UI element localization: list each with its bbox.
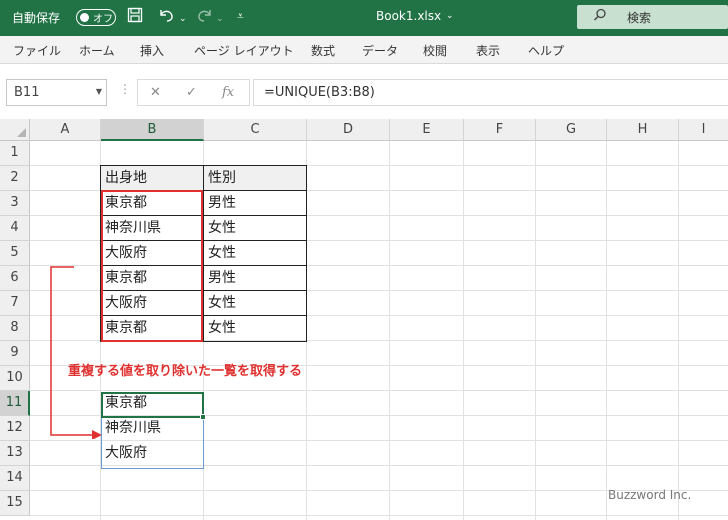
row-header-10[interactable]: 10 xyxy=(0,366,30,391)
cancel-icon[interactable]: ✕ xyxy=(150,85,161,100)
worksheet-grid[interactable]: A B C D E F G H I 1 2 3 4 5 6 7 8 9 10 1… xyxy=(0,119,728,520)
row-header-6[interactable]: 6 xyxy=(0,266,30,291)
row-header-12[interactable]: 12 xyxy=(0,416,30,441)
formula-buttons: ✕ ✓ fx xyxy=(137,79,250,106)
save-icon[interactable] xyxy=(127,7,143,27)
gridline xyxy=(389,141,390,520)
tab-file[interactable]: ファイル xyxy=(13,42,61,59)
column-header-b[interactable]: B xyxy=(101,119,204,141)
file-dropdown-icon[interactable]: ⌄ xyxy=(446,11,454,21)
autosave-label: 自動保存 xyxy=(12,11,61,25)
spill-cell[interactable]: 神奈川県 xyxy=(101,416,203,441)
title-bar: 自動保存 オフ ⌄ ⌄ ⩡ Book1.xlsx ⌄ 検索 xyxy=(0,0,728,36)
gridline xyxy=(306,141,307,520)
row-header-2[interactable]: 2 xyxy=(0,166,30,191)
tab-formulas[interactable]: 数式 xyxy=(311,42,335,59)
tab-page-layout[interactable]: ページ レイアウト xyxy=(194,42,294,59)
tab-help[interactable]: ヘルプ xyxy=(528,42,564,59)
row-header-5[interactable]: 5 xyxy=(0,241,30,266)
tab-view[interactable]: 表示 xyxy=(476,42,500,59)
insert-function-icon[interactable]: fx xyxy=(222,85,234,100)
row-header-3[interactable]: 3 xyxy=(0,191,30,216)
tab-review[interactable]: 校閲 xyxy=(423,42,447,59)
name-box[interactable]: B11 ▼ xyxy=(6,79,107,106)
select-all-corner[interactable] xyxy=(0,119,30,141)
gridline xyxy=(30,515,728,516)
fill-handle[interactable] xyxy=(200,414,206,420)
formula-bar: B11 ▼ ⋮ ✕ ✓ fx =UNIQUE(B3:B8) xyxy=(0,64,728,119)
source-range-highlight xyxy=(101,190,203,342)
tab-home[interactable]: ホーム xyxy=(79,42,115,59)
name-box-value: B11 xyxy=(14,85,40,100)
table-header-gender[interactable]: 性別 xyxy=(204,166,306,191)
row-header-14[interactable]: 14 xyxy=(0,466,30,491)
table-header-origin[interactable]: 出身地 xyxy=(101,166,203,191)
formula-input[interactable]: =UNIQUE(B3:B8) xyxy=(253,79,728,106)
autosave-toggle[interactable]: オフ xyxy=(76,9,116,26)
column-header-d[interactable]: D xyxy=(307,119,390,141)
column-header-i[interactable]: I xyxy=(679,119,728,141)
customize-quick-access-icon[interactable]: ⩡ xyxy=(237,7,244,25)
toggle-knob xyxy=(80,13,89,22)
annotation-text: 重複する値を取り除いた一覧を取得する xyxy=(68,364,303,379)
search-placeholder: 検索 xyxy=(627,11,652,25)
gridline xyxy=(463,141,464,520)
table-cell-gender[interactable]: 男性 xyxy=(204,191,306,216)
search-box[interactable]: 検索 xyxy=(577,5,728,29)
active-cell-b11[interactable] xyxy=(101,392,206,420)
row-header-15[interactable]: 15 xyxy=(0,491,30,516)
table-cell-gender[interactable]: 男性 xyxy=(204,266,306,291)
table-cell-gender[interactable]: 女性 xyxy=(204,241,306,266)
gridline xyxy=(678,141,679,520)
row-header-9[interactable]: 9 xyxy=(0,341,30,366)
formula-bar-resize-icon[interactable]: ⋮ xyxy=(119,82,131,96)
spill-cell[interactable]: 大阪府 xyxy=(101,441,203,466)
annotation-arrow xyxy=(50,266,102,439)
row-header-11[interactable]: 11 xyxy=(0,391,30,416)
row-header-1[interactable]: 1 xyxy=(0,141,30,166)
column-header-g[interactable]: G xyxy=(536,119,607,141)
column-header-c[interactable]: C xyxy=(204,119,307,141)
autosave-toggle-state: オフ xyxy=(93,14,113,25)
redo-dropdown-icon[interactable]: ⌄ xyxy=(216,10,224,28)
file-name[interactable]: Book1.xlsx xyxy=(376,9,441,23)
undo-dropdown-icon[interactable]: ⌄ xyxy=(179,10,187,28)
column-header-a[interactable]: A xyxy=(30,119,101,141)
search-icon xyxy=(593,8,607,26)
tab-data[interactable]: データ xyxy=(362,42,398,59)
column-header-h[interactable]: H xyxy=(607,119,679,141)
formula-text: =UNIQUE(B3:B8) xyxy=(264,85,375,100)
row-header-13[interactable]: 13 xyxy=(0,441,30,466)
row-header-4[interactable]: 4 xyxy=(0,216,30,241)
undo-icon[interactable] xyxy=(157,7,175,27)
gridline xyxy=(535,141,536,520)
ribbon-tabs: ファイル ホーム 挿入 ページ レイアウト 数式 データ 校閲 表示 ヘルプ xyxy=(0,36,728,64)
gridline xyxy=(606,141,607,520)
redo-icon[interactable] xyxy=(196,7,214,27)
enter-icon[interactable]: ✓ xyxy=(186,85,197,100)
table-cell-gender[interactable]: 女性 xyxy=(204,291,306,316)
name-box-dropdown-icon[interactable]: ▼ xyxy=(96,87,102,96)
row-header-8[interactable]: 8 xyxy=(0,316,30,341)
column-header-f[interactable]: F xyxy=(464,119,536,141)
tab-insert[interactable]: 挿入 xyxy=(140,42,164,59)
table-cell-gender[interactable]: 女性 xyxy=(204,316,306,341)
column-header-e[interactable]: E xyxy=(390,119,464,141)
table-cell-gender[interactable]: 女性 xyxy=(204,216,306,241)
row-header-7[interactable]: 7 xyxy=(0,291,30,316)
watermark: Buzzword Inc. xyxy=(608,488,692,502)
